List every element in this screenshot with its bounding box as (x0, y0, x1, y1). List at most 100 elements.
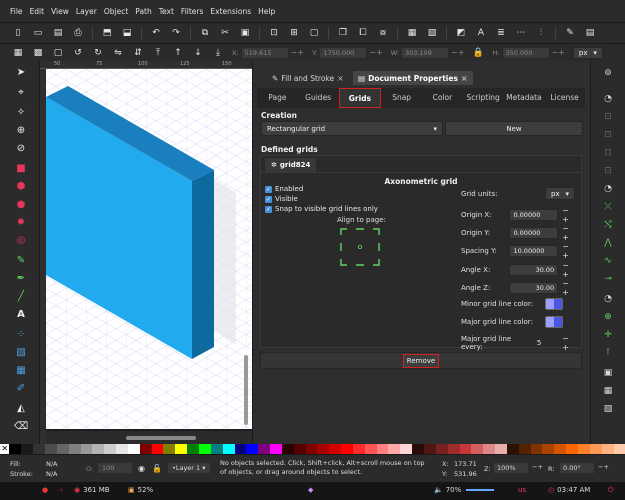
menu-object[interactable]: Object (104, 7, 128, 16)
tab-document-properties[interactable]: ▤ Document Properties × (353, 71, 473, 85)
flip-vertical-icon[interactable]: ⇵ (132, 47, 144, 59)
lower-bottom-icon[interactable]: ⤓ (212, 47, 224, 59)
duplicate-icon[interactable]: ❐ (337, 27, 349, 39)
star-tool-icon[interactable]: ✹ (14, 215, 28, 229)
gradient-tool-icon[interactable]: ▧ (14, 345, 28, 359)
menu-view[interactable]: View (51, 7, 69, 16)
drawing-canvas[interactable] (46, 69, 252, 429)
h-field[interactable]: H: 350.000 −+ (492, 47, 565, 58)
deselect-icon[interactable]: ▢ (52, 47, 64, 59)
calligraphy-tool-icon[interactable]: ╱ (14, 289, 28, 303)
undo-icon[interactable]: ↶ (150, 27, 162, 39)
fill-indicator[interactable]: N/A (46, 460, 58, 468)
tab-fill-and-stroke[interactable]: ✎ Fill and Stroke × (267, 71, 349, 85)
snap-bbox-edge-icon[interactable]: ⊡ (602, 111, 614, 123)
menu-filters[interactable]: Filters (181, 7, 203, 16)
zoom-stepper[interactable]: −+ (532, 463, 543, 471)
snap-rotation-center-icon[interactable]: ✛ (602, 329, 614, 341)
opacity-input[interactable]: 100 (98, 463, 132, 473)
unit-select[interactable]: px ▾ (572, 46, 603, 59)
zoom-selection-icon[interactable]: ⊡ (268, 27, 280, 39)
document-properties-icon[interactable]: ▤ (584, 27, 596, 39)
snap-smooth-icon[interactable]: ∿ (602, 255, 614, 267)
save-icon[interactable]: ▤ (52, 27, 64, 39)
rotation-stepper[interactable]: −+ (598, 463, 609, 471)
import-icon[interactable]: ⬒ (101, 27, 113, 39)
rect-tool-icon[interactable]: ■ (14, 161, 28, 175)
snap-nodes-icon[interactable]: ◔ (602, 183, 614, 195)
inkscape-taskbar-icon[interactable]: ◆ (308, 486, 313, 494)
menu-edit[interactable]: Edit (30, 7, 45, 16)
major-every-stepper[interactable]: −+ (562, 334, 581, 352)
ungroup-icon[interactable]: ▧ (426, 27, 438, 39)
no-paint-swatch[interactable]: ✕ (0, 444, 10, 454)
h-value[interactable]: 350.000 (502, 47, 549, 58)
select-all-icon[interactable]: ▦ (12, 47, 24, 59)
subtab-metadata[interactable]: Metadata (504, 88, 545, 108)
minor-color-swatch-icon[interactable] (545, 298, 564, 310)
origin-x-stepper[interactable]: −+ (562, 206, 581, 224)
y-field[interactable]: Y: 1750.000 −+ (312, 47, 383, 58)
taskbar-menu[interactable]: ● (42, 486, 48, 494)
zoom-tool-icon[interactable]: ⊕ (14, 123, 28, 137)
tweak-tool-icon[interactable]: ✧ (14, 105, 28, 119)
snap-bbox-center-icon[interactable]: ⊡ (602, 165, 614, 177)
unlink-clone-icon[interactable]: ⧇ (377, 27, 389, 39)
fill-stroke-icon[interactable]: ◩ (455, 27, 467, 39)
snap-centers-icon[interactable]: ⊕ (602, 311, 614, 323)
mesh-tool-icon[interactable]: ▦ (14, 363, 28, 377)
horizontal-scrollbar[interactable] (46, 431, 252, 444)
snap-cusp-icon[interactable]: ⋀ (602, 237, 614, 249)
new-document-icon[interactable]: ▯ (12, 27, 24, 39)
layer-visibility-icon[interactable]: ◉ (138, 464, 145, 473)
keyboard-layout[interactable]: us (518, 486, 526, 494)
node-tool-icon[interactable]: ⌖ (14, 85, 28, 99)
color-palette[interactable]: ✕ (0, 444, 625, 454)
stroke-indicator[interactable]: N/A (46, 470, 58, 478)
align-icon[interactable]: ⫶ (535, 27, 547, 39)
spacing-y-input[interactable]: 10.00000 (509, 245, 559, 257)
lower-icon[interactable]: ↓ (192, 47, 204, 59)
layers-icon[interactable]: ≣ (495, 27, 507, 39)
subtab-grids[interactable]: Grids (338, 88, 382, 108)
subtab-color[interactable]: Color (422, 88, 463, 108)
spray-tool-icon[interactable]: ⁘ (14, 327, 28, 341)
angle-z-input[interactable]: 30.00 (509, 282, 559, 294)
enabled-checkbox[interactable]: ✓ Enabled (265, 185, 303, 193)
snap-toggle-icon[interactable]: ⊚ (602, 67, 614, 79)
origin-x-input[interactable]: 0.00000 (509, 209, 559, 221)
remove-grid-button[interactable]: Remove (402, 353, 440, 368)
y-value[interactable]: 1750.000 (320, 47, 367, 58)
vertical-scrollbar[interactable] (244, 355, 248, 425)
clone-icon[interactable]: ⧠ (357, 27, 369, 39)
nav-back-icon[interactable]: ‹ (60, 486, 63, 494)
snap-bbox-icon[interactable]: ◔ (602, 93, 614, 105)
zoom-drawing-icon[interactable]: ⊞ (288, 27, 300, 39)
x-field[interactable]: X: 519.615 −+ (232, 47, 304, 58)
raise-icon[interactable]: ↑ (172, 47, 184, 59)
cut-icon[interactable]: ✂ (219, 27, 231, 39)
major-color-swatch-icon[interactable] (544, 316, 563, 328)
snap-bbox-midpoint-icon[interactable]: ⊡ (602, 147, 614, 159)
tab-grid824[interactable]: ✲ grid824 (265, 158, 317, 172)
print-icon[interactable]: ⎙ (72, 27, 84, 39)
zoom-page-icon[interactable]: ▢ (308, 27, 320, 39)
snap-guide-icon[interactable]: ▧ (602, 403, 614, 415)
select-all-layers-icon[interactable]: ▩ (32, 47, 44, 59)
snap-page-icon[interactable]: ▣ (602, 367, 614, 379)
angle-x-stepper[interactable]: −+ (562, 261, 581, 279)
visible-checkbox[interactable]: ✓ Visible (265, 195, 298, 203)
spiral-tool-icon[interactable]: ◎ (14, 233, 28, 247)
menu-help[interactable]: Help (258, 7, 275, 16)
major-every-input[interactable]: 5 (537, 339, 558, 347)
menu-path[interactable]: Path (135, 7, 151, 16)
raise-top-icon[interactable]: ⤒ (152, 47, 164, 59)
origin-y-input[interactable]: 0.00000 (509, 227, 559, 239)
spacing-y-stepper[interactable]: −+ (562, 242, 581, 260)
subtab-snap[interactable]: Snap (381, 88, 422, 108)
redo-icon[interactable]: ↷ (170, 27, 182, 39)
subtab-guides[interactable]: Guides (298, 88, 339, 108)
lock-ratio-icon[interactable]: 🔒 (472, 47, 484, 59)
grid-type-select[interactable]: Rectangular grid ▾ (261, 121, 443, 136)
snap-text-baseline-icon[interactable]: ⊺ (602, 347, 614, 359)
